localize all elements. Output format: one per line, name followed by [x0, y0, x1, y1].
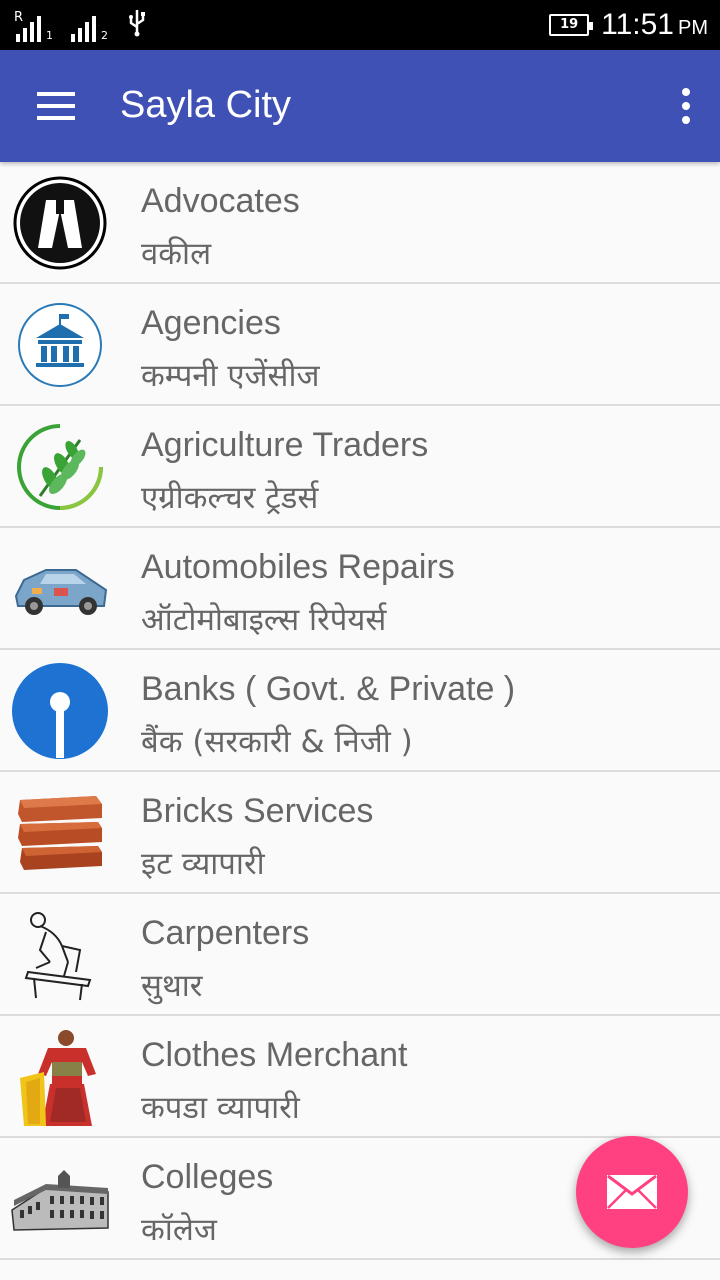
item-title: Carpenters: [141, 914, 310, 952]
battery-icon: 19: [549, 14, 594, 36]
building-icon: [10, 296, 110, 394]
car-icon: [10, 540, 110, 638]
signal-sim2-icon: 2: [71, 16, 108, 42]
page-title: Sayla City: [120, 84, 292, 126]
list-item-agencies[interactable]: Agencies कम्पनी एजेंसीज: [0, 284, 720, 406]
bank-icon: [10, 662, 110, 760]
item-title: Banks ( Govt. & Private ): [141, 670, 516, 708]
status-bar: R 1 2 19 11:51 PM: [0, 0, 720, 50]
signal-sim1-icon: R 1: [14, 10, 53, 42]
usb-icon: [126, 9, 148, 42]
college-icon: [10, 1150, 110, 1248]
sim1-label: 1: [46, 29, 53, 42]
status-icons-right: 19 11:51 PM: [549, 6, 708, 44]
clock: 11:51 PM: [601, 8, 708, 42]
item-title: Bricks Services: [141, 792, 374, 830]
item-title: Agencies: [141, 304, 281, 342]
item-title: Colleges: [141, 1158, 274, 1196]
item-subtitle: सुथार: [141, 968, 203, 1004]
status-icons-left: R 1 2: [14, 8, 148, 42]
item-subtitle: कपडा व्यापारी: [141, 1090, 300, 1126]
item-title: Clothes Merchant: [141, 1036, 408, 1074]
hamburger-menu-icon[interactable]: [22, 80, 88, 132]
item-title: Advocates: [141, 182, 300, 220]
clock-ampm: PM: [678, 17, 708, 39]
item-subtitle: इट व्यापारी: [141, 846, 265, 882]
list-item-banks[interactable]: Banks ( Govt. & Private ) बैंक (सरकारी &…: [0, 650, 720, 772]
clock-time: 11:51: [601, 8, 674, 41]
compose-mail-button[interactable]: [576, 1136, 688, 1248]
sim2-label: 2: [101, 29, 108, 42]
list-item-agriculture-traders[interactable]: Agriculture Traders एग्रीकल्चर ट्रेडर्स: [0, 406, 720, 528]
item-title: Automobiles Repairs: [141, 548, 455, 586]
clothes-icon: [10, 1028, 110, 1126]
item-subtitle: वकील: [141, 236, 212, 272]
list-item-clothes-merchant[interactable]: Clothes Merchant कपडा व्यापारी: [0, 1016, 720, 1138]
more-vert-icon[interactable]: [676, 86, 696, 126]
item-subtitle: कॉलेज: [141, 1212, 217, 1248]
list-item-automobiles-repairs[interactable]: Automobiles Repairs ऑटोमोबाइल्स रिपेयर्स: [0, 528, 720, 650]
item-subtitle: ऑटोमोबाइल्स रिपेयर्स: [141, 602, 387, 638]
item-subtitle: एग्रीकल्चर ट्रेडर्स: [141, 480, 319, 516]
item-subtitle: कम्पनी एजेंसीज: [141, 358, 320, 394]
list-item-carpenters[interactable]: Carpenters सुथार: [0, 894, 720, 1016]
carpenter-icon: [10, 906, 110, 1004]
bricks-icon: [10, 784, 110, 882]
item-subtitle: बैंक (सरकारी & निजी ): [141, 724, 413, 760]
advocate-icon: [10, 174, 110, 272]
category-list: Advocates वकील Agencies कम्पनी एजेंसीज A…: [0, 162, 720, 1260]
list-item-bricks-services[interactable]: Bricks Services इट व्यापारी: [0, 772, 720, 894]
list-item-advocates[interactable]: Advocates वकील: [0, 162, 720, 284]
item-title: Agriculture Traders: [141, 426, 429, 464]
roaming-indicator: R: [14, 10, 24, 25]
mail-icon: [607, 1174, 657, 1209]
leaf-icon: [10, 418, 110, 516]
app-toolbar: Sayla City: [0, 50, 720, 162]
